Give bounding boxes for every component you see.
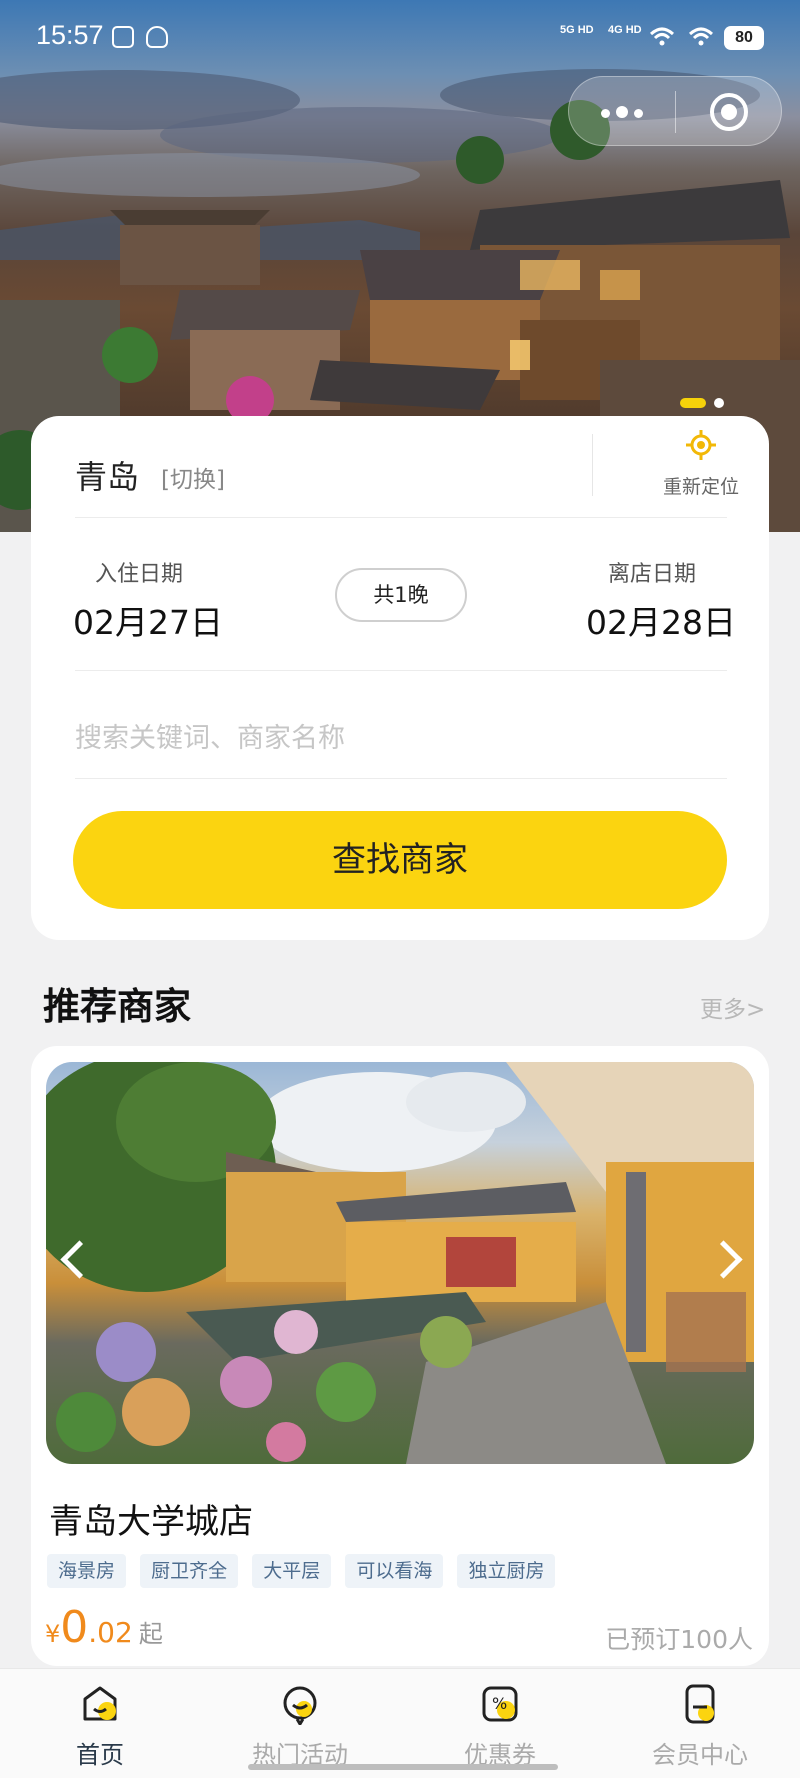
price-currency: ¥: [45, 1620, 61, 1648]
coupon-icon: %: [482, 1686, 518, 1722]
miniprogram-capsule: [568, 76, 782, 146]
home-icon: [83, 1686, 117, 1721]
store-tags: 海景房 厨卫齐全 大平层 可以看海 独立厨房: [47, 1554, 564, 1588]
checkout-date[interactable]: 02月28日: [586, 596, 736, 644]
home-indicator[interactable]: [248, 1764, 558, 1770]
tab-home-label: 首页: [76, 1741, 124, 1769]
dot-icon: [601, 109, 610, 118]
store-price: ¥0.02 起: [45, 1602, 163, 1653]
store-card[interactable]: 青岛大学城店 海景房 厨卫齐全 大平层 可以看海 独立厨房 ¥0.02 起 已预订…: [31, 1046, 769, 1666]
switch-city-link[interactable]: [切换]: [161, 460, 225, 494]
tag: 可以看海: [345, 1554, 444, 1588]
bottom-tab-bar: 首页 热门活动 % 优惠券 会员中心: [0, 1668, 800, 1778]
search-input[interactable]: [75, 708, 727, 768]
tab-home[interactable]: 首页: [0, 1683, 200, 1770]
store-photo-carousel[interactable]: [46, 1062, 754, 1464]
tab-coupons[interactable]: % 优惠券: [400, 1683, 600, 1770]
wifi-icon-2: [688, 27, 714, 46]
svg-text:%: %: [492, 1694, 507, 1713]
battery-indicator: 80: [724, 26, 764, 50]
next-photo-icon[interactable]: [708, 1232, 748, 1292]
signal-5g-label: 5G HD: [560, 24, 594, 36]
signal-4g-label: 4G HD: [608, 24, 642, 36]
divider: [75, 670, 727, 671]
tab-member-label: 会员中心: [652, 1741, 748, 1769]
tag: 厨卫齐全: [140, 1554, 239, 1588]
divider: [592, 434, 593, 496]
current-city: 青岛: [75, 458, 140, 496]
location-target-icon: [686, 430, 716, 460]
store-photo: [46, 1062, 754, 1464]
store-name[interactable]: 青岛大学城店: [49, 1494, 253, 1543]
cow-icon: [146, 26, 168, 48]
close-miniprogram-icon[interactable]: [710, 93, 748, 131]
tag: 独立厨房: [457, 1554, 556, 1588]
relocate-button[interactable]: 重新定位: [641, 430, 761, 499]
carousel-dot[interactable]: [714, 397, 724, 408]
divider: [75, 778, 727, 779]
booked-count: 已预订100人: [605, 1625, 753, 1654]
dot-icon: [616, 106, 628, 118]
more-link[interactable]: 更多>: [700, 990, 765, 1024]
activity-icon: [283, 1686, 317, 1725]
capsule-divider: [675, 91, 676, 133]
app-notification-icon: [112, 26, 134, 48]
prev-photo-icon[interactable]: [52, 1232, 92, 1292]
relocate-label: 重新定位: [662, 476, 739, 498]
more-options-button[interactable]: [601, 103, 659, 121]
tag: 大平层: [252, 1554, 332, 1588]
price-suffix: 起: [138, 1620, 163, 1648]
checkin-label: 入住日期: [95, 562, 184, 587]
price-decimal: .02: [88, 1616, 133, 1649]
price-integer: 0: [60, 1602, 89, 1653]
section-title: 推荐商家: [43, 985, 191, 1028]
dot-icon: [634, 109, 643, 118]
checkout-label: 离店日期: [608, 562, 697, 587]
carousel-indicator: [680, 392, 732, 411]
checkin-date[interactable]: 02月27日: [73, 596, 223, 644]
search-card: 青岛 [切换] 重新定位 入住日期 02月27日 共1晚 离店日期 02月28日…: [31, 416, 769, 940]
tab-member[interactable]: 会员中心: [600, 1683, 800, 1770]
status-bar: 15:57 5G HD 4G HD 80: [0, 0, 800, 74]
nights-badge: 共1晚: [335, 568, 467, 622]
tab-activities[interactable]: 热门活动: [200, 1683, 400, 1770]
carousel-dot-active[interactable]: [680, 397, 706, 408]
wifi-icon: [649, 27, 675, 46]
member-icon: [685, 1684, 715, 1724]
status-time: 15:57: [36, 20, 104, 50]
tag: 海景房: [47, 1554, 127, 1588]
find-stores-button[interactable]: 查找商家: [73, 811, 727, 909]
divider: [75, 517, 727, 518]
